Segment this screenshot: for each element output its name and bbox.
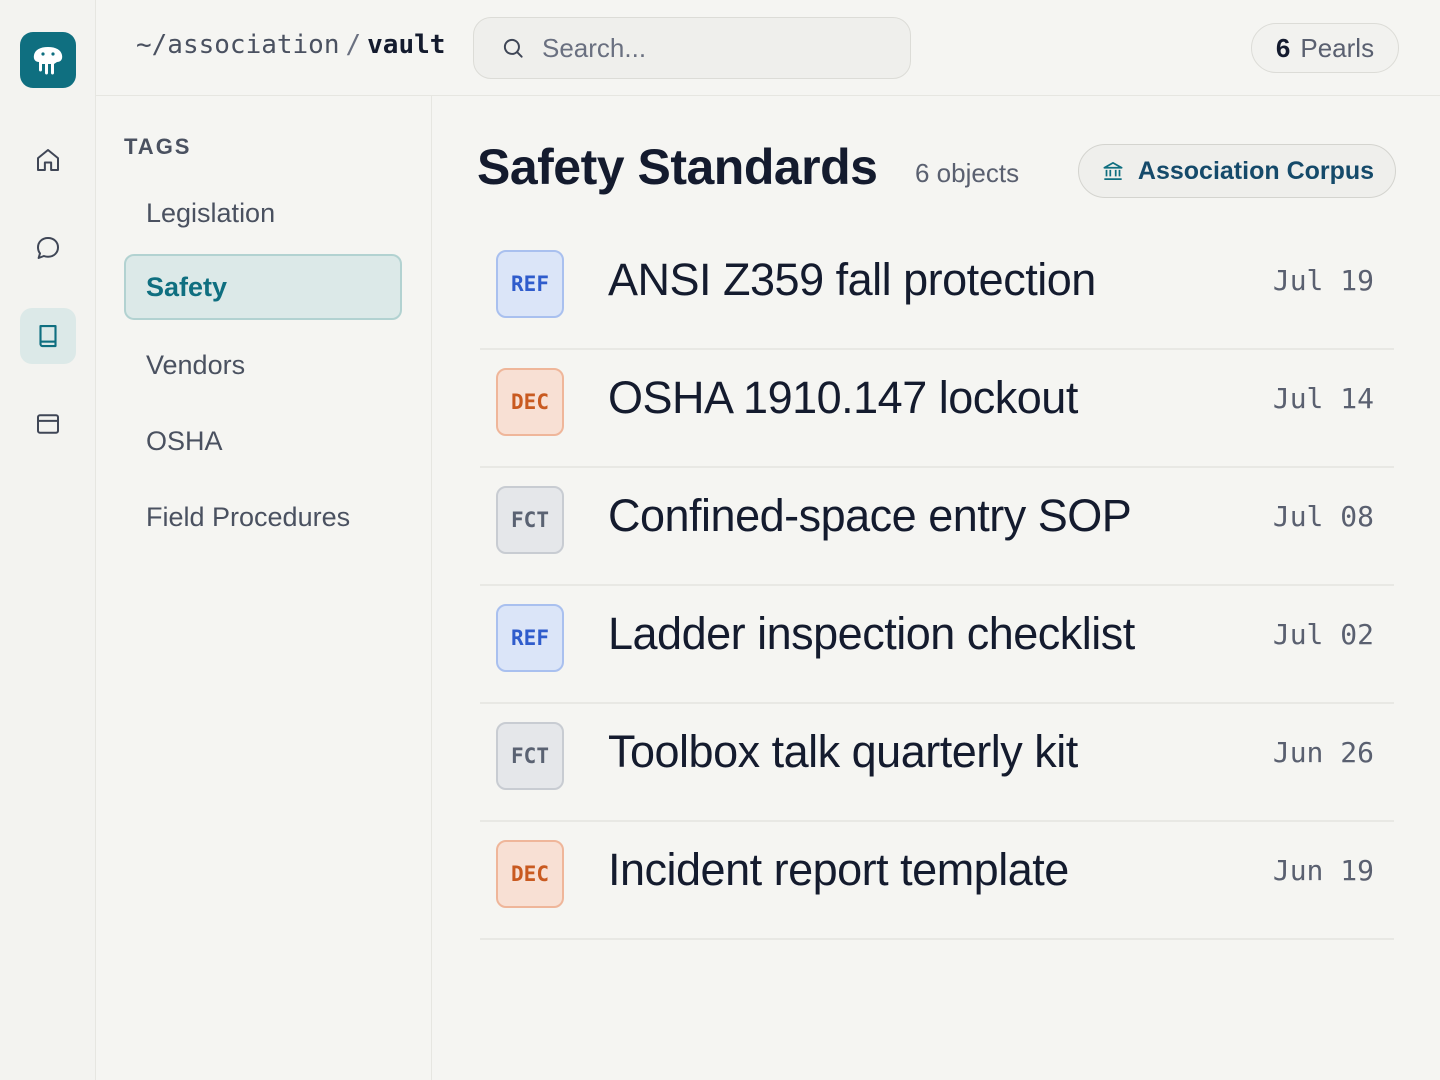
list-item[interactable]: DEC OSHA 1910.147 lockout Jul 14	[480, 350, 1394, 468]
type-badge: FCT	[496, 486, 564, 554]
tag-legislation[interactable]: Legislation	[124, 180, 402, 246]
chat-bubble-icon	[37, 237, 59, 259]
rail-chat-button[interactable]	[20, 220, 76, 276]
item-date: Jul 08	[1272, 500, 1374, 533]
icon-rail	[0, 0, 96, 1080]
page-title: Safety Standards	[477, 139, 878, 195]
tag-vendors[interactable]: Vendors	[124, 332, 402, 398]
bank-icon	[1103, 162, 1123, 180]
window-icon	[37, 414, 59, 434]
search-box[interactable]	[473, 17, 911, 79]
item-title: ANSI Z359 fall protection	[608, 254, 1096, 305]
item-title: Ladder inspection checklist	[608, 608, 1135, 659]
object-list: REF ANSI Z359 fall protection Jul 19 DEC…	[480, 232, 1394, 940]
tags-panel: TAGS Legislation Safety Vendors OSHA Fie…	[96, 96, 432, 1080]
top-bar: ~/association/vault 6 Pearls	[96, 0, 1440, 96]
book-icon	[39, 324, 57, 348]
item-date: Jul 19	[1272, 264, 1374, 297]
type-badge: DEC	[496, 840, 564, 908]
search-icon	[503, 38, 523, 58]
item-date: Jun 26	[1272, 736, 1374, 769]
breadcrumb: ~/association / vault	[136, 30, 445, 60]
search-input[interactable]	[542, 32, 872, 64]
item-title: Toolbox talk quarterly kit	[608, 726, 1078, 777]
rail-vault-button[interactable]	[20, 308, 76, 364]
type-badge: FCT	[496, 722, 564, 790]
tags-heading: TAGS	[124, 134, 192, 159]
tag-osha[interactable]: OSHA	[124, 408, 402, 474]
pearls-count: 6	[1275, 32, 1291, 63]
breadcrumb-current: vault	[367, 30, 446, 60]
rail-home-button[interactable]	[20, 132, 76, 188]
list-item[interactable]: FCT Confined-space entry SOP Jul 08	[480, 468, 1394, 586]
item-title: Confined-space entry SOP	[608, 490, 1132, 541]
item-date: Jul 02	[1272, 618, 1374, 651]
type-badge: DEC	[496, 368, 564, 436]
home-icon	[37, 149, 59, 171]
rail-window-button[interactable]	[20, 396, 76, 452]
object-count: 6 objects	[915, 158, 1020, 188]
tag-field-procedures[interactable]: Field Procedures	[124, 484, 402, 550]
item-date: Jul 14	[1272, 382, 1374, 415]
breadcrumb-separator: /	[345, 30, 362, 60]
list-item[interactable]: REF ANSI Z359 fall protection Jul 19	[480, 232, 1394, 350]
main-content: Safety Standards 6 objects Association C…	[432, 96, 1440, 1080]
breadcrumb-root[interactable]: ~/association	[136, 30, 340, 60]
item-date: Jun 19	[1272, 854, 1374, 887]
list-item[interactable]: DEC Incident report template Jun 19	[480, 822, 1394, 940]
corpus-label: Association Corpus	[1137, 156, 1375, 185]
item-title: OSHA 1910.147 lockout	[608, 372, 1078, 423]
item-title: Incident report template	[608, 844, 1069, 895]
tag-safety[interactable]: Safety	[124, 254, 402, 320]
elephant-logo-icon[interactable]	[20, 32, 76, 88]
type-badge: REF	[496, 250, 564, 318]
list-item[interactable]: FCT Toolbox talk quarterly kit Jun 26	[480, 704, 1394, 822]
list-item[interactable]: REF Ladder inspection checklist Jul 02	[480, 586, 1394, 704]
association-corpus-button[interactable]: Association Corpus	[1078, 144, 1396, 198]
pearls-label: Pearls	[1300, 32, 1375, 63]
type-badge: REF	[496, 604, 564, 672]
pearls-counter[interactable]: 6 Pearls	[1251, 23, 1399, 73]
